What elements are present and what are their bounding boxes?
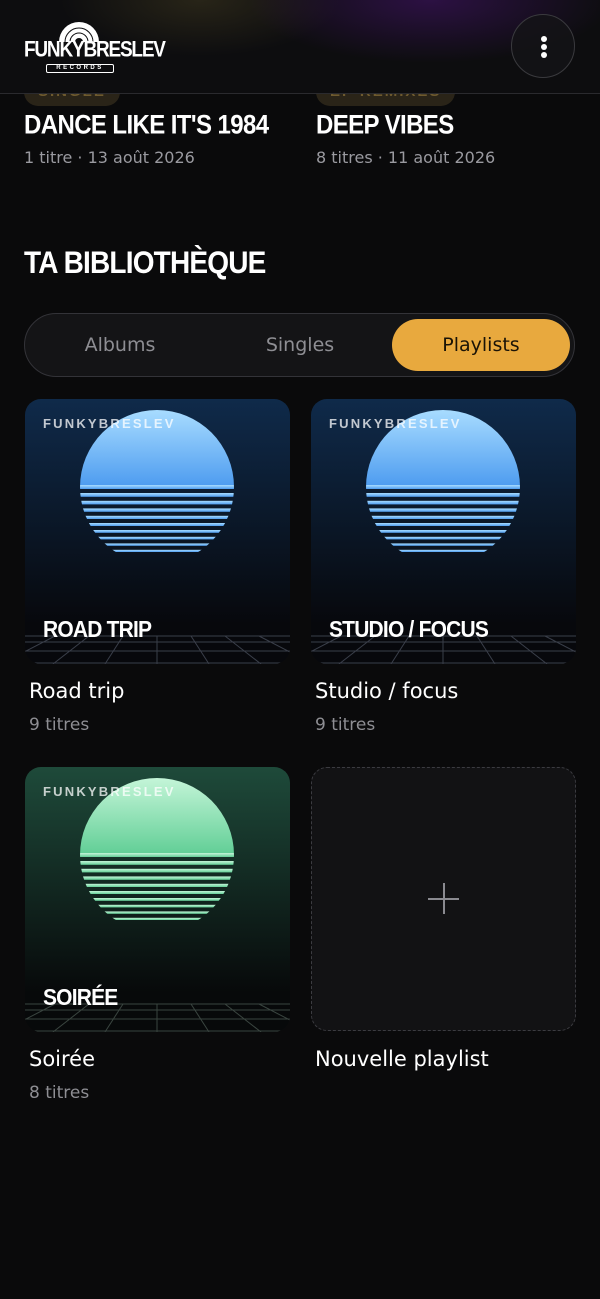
new-playlist-button[interactable] [311, 767, 576, 1031]
app-header: FUNKYBRESLEV RECORDS [0, 0, 600, 94]
playlist-track-count: 9 titres [315, 715, 376, 735]
cover-art: FUNKYBRESLEV STUDIO / FOCUS [311, 399, 576, 664]
playlist-title: Road trip [29, 679, 125, 703]
playlist-title: Studio / focus [315, 679, 459, 703]
tab-playlists[interactable]: Playlists [392, 319, 570, 371]
cover-brand: FUNKYBRESLEV [329, 416, 462, 431]
release-meta: 8 titres · 11 août 2026 [316, 148, 496, 167]
playlist-cover[interactable]: FUNKYBRESLEV SOIRÉE [25, 767, 290, 1032]
playlist-title: Soirée [29, 1047, 96, 1071]
playlist-cover[interactable]: FUNKYBRESLEV ROAD TRIP [25, 399, 290, 664]
release-title: DANCE LIKE IT'S 1984 [24, 110, 269, 141]
tab-singles[interactable]: Singles [211, 319, 389, 371]
release-meta: 1 titre · 13 août 2026 [24, 148, 195, 167]
playlist-track-count: 9 titres [29, 715, 90, 735]
cover-label: ROAD TRIP [43, 616, 151, 642]
section-title: TA BIBLIOTHÈQUE [24, 245, 266, 280]
cover-label: STUDIO / FOCUS [329, 616, 488, 642]
library-tabs: Albums Singles Playlists [24, 313, 575, 377]
new-playlist-label: Nouvelle playlist [315, 1047, 489, 1071]
playlist-cover[interactable]: FUNKYBRESLEV STUDIO / FOCUS [311, 399, 576, 664]
more-vertical-icon [541, 36, 547, 42]
cover-art: FUNKYBRESLEV SOIRÉE [25, 767, 290, 1032]
plus-icon-vertical [443, 883, 445, 914]
more-options-button[interactable] [511, 14, 575, 78]
cover-brand: FUNKYBRESLEV [43, 416, 176, 431]
more-vertical-icon-dot [541, 52, 547, 58]
cover-brand: FUNKYBRESLEV [43, 784, 176, 799]
more-vertical-icon-dot [541, 44, 547, 50]
playlist-track-count: 8 titres [29, 1083, 90, 1103]
logo-subtext: RECORDS [46, 64, 114, 73]
brand-logo[interactable]: FUNKYBRESLEV RECORDS [24, 20, 166, 74]
release-title: DEEP VIBES [316, 110, 454, 141]
cover-label: SOIRÉE [43, 984, 118, 1010]
tab-albums[interactable]: Albums [31, 319, 209, 371]
cover-art: FUNKYBRESLEV ROAD TRIP [25, 399, 290, 664]
logo-wordmark: FUNKYBRESLEV [24, 38, 166, 63]
